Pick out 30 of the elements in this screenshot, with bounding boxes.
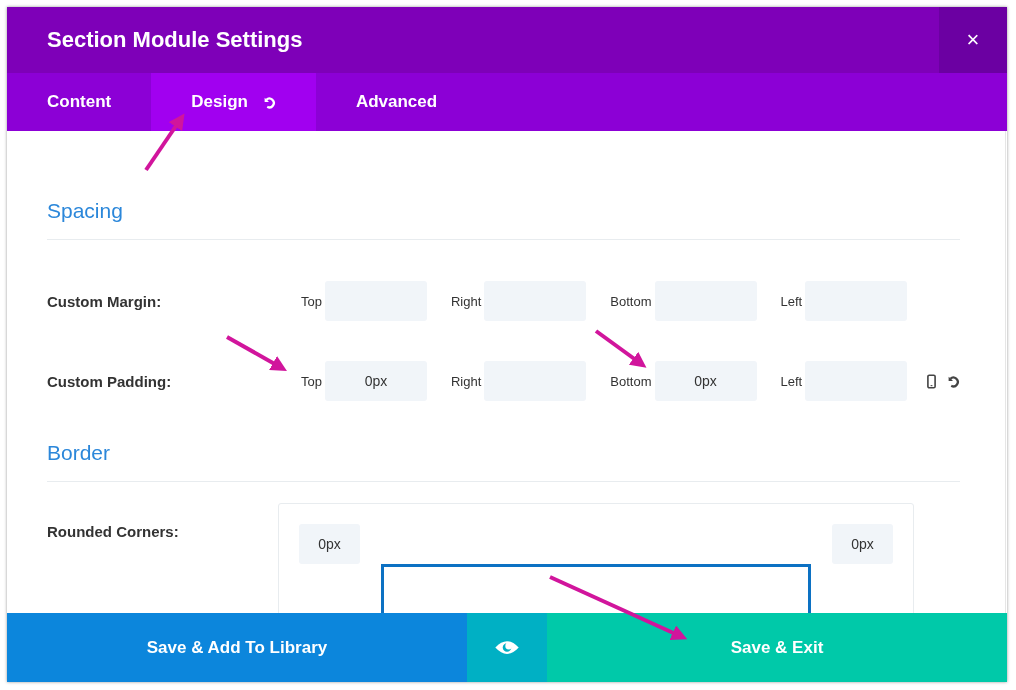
- section-heading: Spacing: [47, 199, 124, 223]
- input-field[interactable]: 0px: [654, 361, 757, 401]
- save-to-library-button[interactable]: Save & Add To Library: [7, 613, 467, 682]
- tab[interactable]: Design: [151, 73, 316, 131]
- field-label: Top: [301, 373, 322, 389]
- window-title: Section Module Settings: [46, 27, 304, 53]
- tab[interactable]: Content: [7, 73, 152, 131]
- eye-icon: [494, 639, 520, 656]
- section-heading: Border: [47, 441, 112, 465]
- preview-button[interactable]: [467, 613, 547, 682]
- input-field[interactable]: 0px: [299, 524, 360, 564]
- field-label: Bottom: [610, 373, 652, 389]
- tab[interactable]: Advanced: [315, 73, 478, 131]
- field-label: Custom Padding:: [47, 372, 173, 390]
- field-label: Right: [450, 293, 482, 309]
- phone-icon[interactable]: [927, 373, 937, 389]
- field-label: Right: [450, 373, 482, 389]
- close-button[interactable]: ×: [939, 7, 1007, 73]
- undo-icon[interactable]: [946, 374, 961, 388]
- annotation-arrow: [144, 113, 185, 172]
- annotation-arrow: [594, 329, 647, 368]
- field-label: Left: [780, 293, 803, 309]
- field-label: Bottom: [610, 293, 652, 309]
- field-label: Custom Margin:: [47, 292, 163, 310]
- field-label: Rounded Corners:: [47, 523, 180, 540]
- field-label: Left: [780, 373, 803, 389]
- input-field[interactable]: 0px: [324, 361, 427, 401]
- annotation-arrow: [226, 335, 287, 371]
- field-label: Top: [301, 293, 322, 309]
- input-field[interactable]: 0px: [832, 524, 893, 564]
